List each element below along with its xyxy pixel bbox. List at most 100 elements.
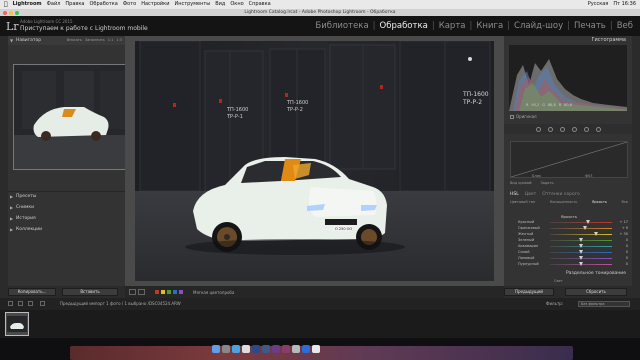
app-store-icon[interactable]: [302, 345, 310, 353]
tone-curve-graph[interactable]: [510, 141, 628, 178]
radial-filter-icon[interactable]: [583, 126, 589, 132]
module-print[interactable]: Печать: [571, 21, 609, 31]
menu-settings[interactable]: Настройки: [141, 0, 169, 9]
menu-app-name[interactable]: Lightroom: [13, 0, 42, 9]
zoom-fit[interactable]: Вписать: [67, 36, 82, 45]
filmstrip-thumbnail[interactable]: [5, 312, 29, 336]
finder-icon[interactable]: [212, 345, 220, 353]
before-after-icon[interactable]: [138, 289, 145, 295]
loupe-view-icon[interactable]: [129, 289, 136, 295]
trash-icon[interactable]: [312, 345, 320, 353]
slider-knob[interactable]: [579, 261, 583, 266]
adjustment-brush-icon[interactable]: [595, 126, 601, 132]
dock-icons: [212, 345, 320, 353]
safari-icon[interactable]: [232, 345, 240, 353]
previous-button[interactable]: Предыдущий: [504, 288, 554, 296]
slider-track[interactable]: [550, 233, 612, 235]
secondary-display-icon[interactable]: [40, 301, 45, 306]
slider-knob[interactable]: [579, 243, 583, 248]
history-header[interactable]: ▶ История: [8, 214, 125, 223]
red-eye-icon[interactable]: [559, 126, 565, 132]
module-slideshow[interactable]: Слайд-шоу: [511, 21, 566, 31]
slider-knob[interactable]: [579, 249, 583, 254]
slider-knob[interactable]: [583, 225, 588, 230]
split-toning-title[interactable]: Раздельное тонирование: [566, 271, 626, 276]
module-develop[interactable]: Обработка: [377, 21, 431, 31]
module-web[interactable]: Веб: [614, 21, 636, 31]
readout-r-label: R: [526, 103, 529, 107]
mail-icon[interactable]: [242, 345, 250, 353]
crop-tool-icon[interactable]: [535, 126, 541, 132]
slider-track[interactable]: [550, 221, 612, 223]
menu-file[interactable]: Файл: [47, 0, 61, 9]
photoshop-icon[interactable]: [252, 345, 260, 353]
soft-proof-checkbox[interactable]: Мягкая цветопроба: [193, 290, 234, 295]
flag-green-icon[interactable]: [167, 290, 171, 294]
premiere-icon[interactable]: [272, 345, 280, 353]
flag-blue-icon[interactable]: [173, 290, 177, 294]
flag-red-icon[interactable]: [155, 290, 159, 294]
lightroom-icon[interactable]: [262, 345, 270, 353]
snapshots-header[interactable]: ▶ Снимки: [8, 203, 125, 212]
menubar-clock[interactable]: Пт 16:36: [613, 0, 636, 9]
zoom-window-icon[interactable]: [15, 10, 19, 15]
input-source-indicator[interactable]: Русская: [588, 0, 609, 9]
subtab-luminance[interactable]: Яркость: [592, 200, 607, 204]
system-preferences-icon[interactable]: [292, 345, 300, 353]
subtab-all[interactable]: Все: [621, 200, 627, 204]
tab-hsl[interactable]: HSL: [510, 192, 519, 197]
point-curve-value[interactable]: Задать: [540, 181, 553, 185]
original-photo-toggle[interactable]: Оригинал: [510, 114, 537, 119]
module-map[interactable]: Карта: [436, 21, 469, 31]
after-effects-icon[interactable]: [282, 345, 290, 353]
paste-button[interactable]: Вставить: [62, 288, 118, 296]
grid-view-icon[interactable]: [8, 301, 13, 306]
navigator-preview[interactable]: [13, 64, 127, 170]
collections-header[interactable]: ▶ Коллекции: [8, 225, 125, 234]
slider-knob[interactable]: [579, 255, 583, 260]
histogram-title[interactable]: Гистограмма: [592, 36, 627, 44]
forward-arrow-icon[interactable]: [28, 301, 33, 306]
menu-develop[interactable]: Обработка: [89, 0, 117, 9]
subtab-saturation[interactable]: Насыщенность: [550, 200, 578, 204]
photo-preview[interactable]: ТП-1600 ТР-Р-1 ТП-1600 ТР-Р-2 ТП-1600 ТР…: [135, 41, 494, 281]
minimize-window-icon[interactable]: [9, 10, 13, 15]
slider-track[interactable]: [550, 227, 612, 229]
filmstrip-source-info[interactable]: Предыдущий импорт 1 фото / 1 выбрано /DS…: [60, 298, 181, 310]
zoom-1-3[interactable]: 1:3: [116, 36, 122, 45]
copy-button[interactable]: Копировать...: [8, 288, 56, 296]
reset-button[interactable]: Сбросить: [565, 288, 627, 296]
identity-plate: Lr Adobe Lightroom CC 2015 Приступаем к …: [0, 16, 640, 36]
presets-header[interactable]: ▶ Пресеты: [8, 192, 125, 201]
subtab-hue[interactable]: Цветовой тон: [510, 200, 535, 204]
menu-window[interactable]: Окно: [230, 0, 243, 9]
spot-removal-icon[interactable]: [547, 126, 553, 132]
menu-help[interactable]: Справка: [249, 0, 271, 9]
navigator-header[interactable]: ▼ Навигатор Вписать Заполнить 1:1 1:3: [8, 36, 125, 45]
menu-edit[interactable]: Правка: [65, 0, 84, 9]
apple-menu-icon[interactable]: : [4, 0, 8, 9]
hsl-subtabs: Цветовой тон Насыщенность Яркость Все: [510, 200, 628, 204]
tab-color[interactable]: Цвет: [525, 192, 537, 197]
slider-knob[interactable]: [593, 231, 598, 236]
close-window-icon[interactable]: [3, 10, 7, 15]
slider-value[interactable]: 0: [626, 261, 628, 267]
mobile-status[interactable]: Приступаем к работе с Lightroom mobile: [20, 25, 148, 32]
slider-knob[interactable]: [579, 237, 583, 242]
module-library[interactable]: Библиотека: [312, 21, 371, 31]
menu-view[interactable]: Вид: [215, 0, 225, 9]
slider-knob[interactable]: [586, 219, 591, 224]
launchpad-icon[interactable]: [222, 345, 230, 353]
flag-purple-icon[interactable]: [179, 290, 183, 294]
zoom-fill[interactable]: Заполнить: [85, 36, 105, 45]
menu-photo[interactable]: Фото: [123, 0, 136, 9]
menu-tools[interactable]: Инструменты: [174, 0, 210, 9]
filter-dropdown[interactable]: Без фильтра: [578, 301, 630, 307]
zoom-1-1[interactable]: 1:1: [108, 36, 114, 45]
tab-grayscale[interactable]: Оттенки серого: [542, 192, 580, 197]
flag-yellow-icon[interactable]: [161, 290, 165, 294]
graduated-filter-icon[interactable]: [571, 126, 577, 132]
back-arrow-icon[interactable]: [18, 301, 23, 306]
original-checkbox[interactable]: [510, 114, 514, 119]
module-book[interactable]: Книга: [473, 21, 506, 31]
